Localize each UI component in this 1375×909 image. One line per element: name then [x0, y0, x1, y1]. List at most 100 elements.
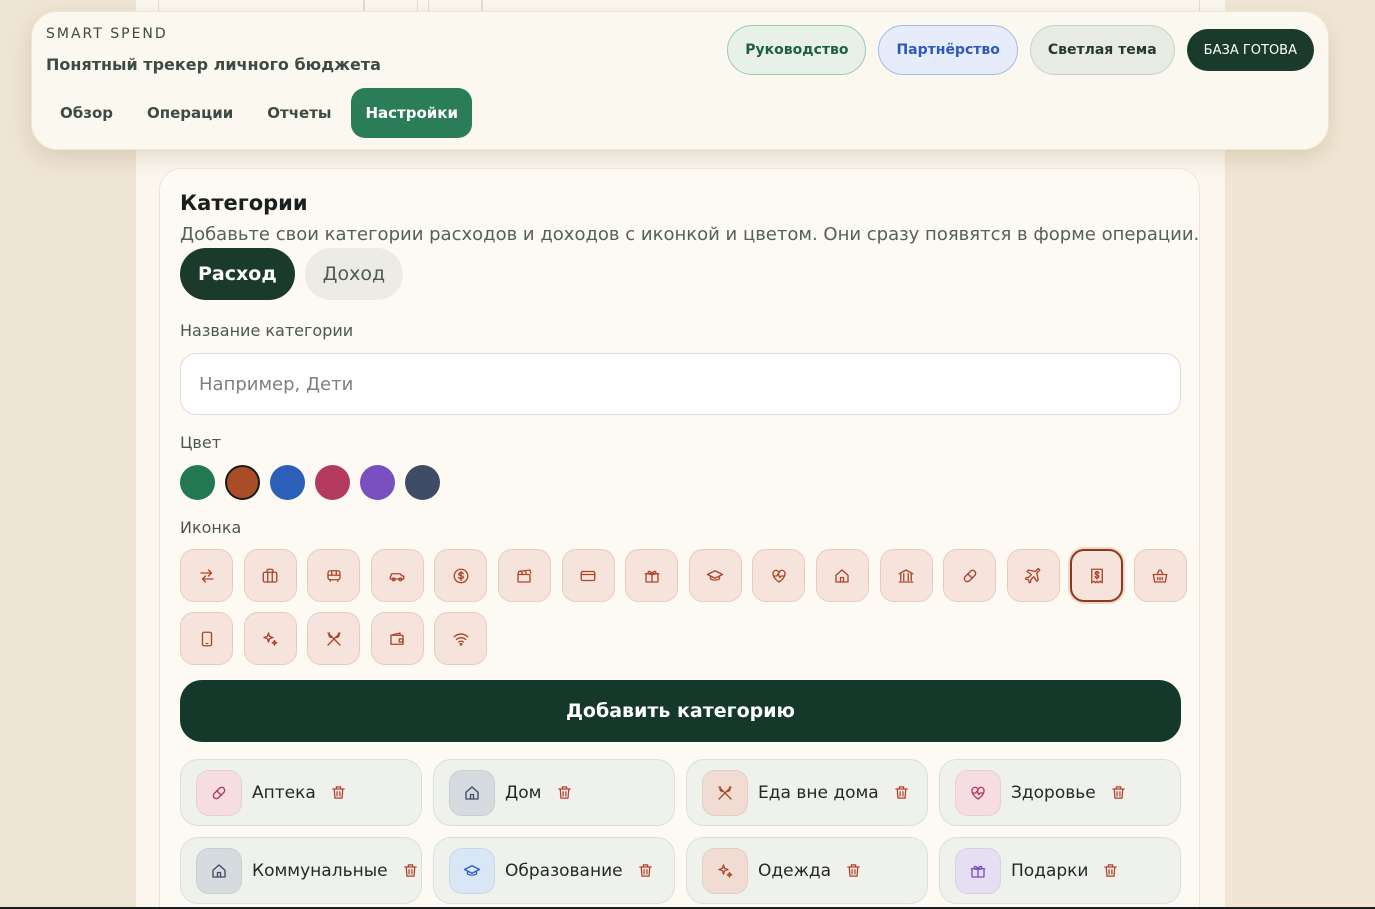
icon-option-utensils[interactable] [307, 612, 361, 665]
icon-option-home[interactable] [815, 549, 869, 602]
delete-category-button[interactable] [1102, 862, 1119, 879]
dollar-coin-icon [452, 567, 470, 585]
tab-reports[interactable]: Отчеты [253, 88, 345, 138]
transfer-icon [198, 567, 216, 585]
home-icon [196, 847, 242, 894]
icon-label: Иконка [180, 518, 242, 537]
delete-category-button[interactable] [556, 784, 573, 801]
clapperboard-icon [515, 567, 533, 585]
color-swatch[interactable] [315, 465, 350, 500]
delete-category-button[interactable] [402, 862, 419, 879]
trash-icon [1102, 862, 1119, 879]
color-swatch[interactable] [270, 465, 305, 500]
icon-option-wallet[interactable] [370, 612, 424, 665]
icon-option-credit-card[interactable] [561, 549, 615, 602]
category-name: Подарки [1011, 860, 1089, 881]
pill-icon [961, 567, 979, 585]
category-name: Еда вне дома [758, 782, 879, 803]
add-category-button[interactable]: Добавить категорию [180, 680, 1181, 742]
color-swatch[interactable] [180, 465, 215, 500]
tab-overview[interactable]: Обзор [46, 88, 127, 138]
trash-icon [330, 784, 347, 801]
icon-option-wifi[interactable] [434, 612, 488, 665]
delete-category-button[interactable] [845, 862, 862, 879]
icon-option-car[interactable] [370, 549, 424, 602]
bank-icon [897, 567, 915, 585]
category-item: Одежда [686, 837, 928, 904]
gift-icon [643, 567, 661, 585]
car-icon [388, 567, 406, 585]
home-icon [833, 567, 851, 585]
tab-settings[interactable]: Настройки [351, 88, 472, 138]
category-name: Дом [505, 782, 542, 803]
icon-option-briefcase[interactable] [243, 549, 297, 602]
category-name-input[interactable] [180, 353, 1181, 415]
color-label: Цвет [180, 433, 222, 452]
wifi-icon [452, 630, 470, 648]
main-nav: Обзор Операции Отчеты Настройки [46, 88, 472, 138]
category-name-label: Название категории [180, 321, 354, 340]
icon-option-heart-pulse[interactable] [752, 549, 806, 602]
plane-icon [1024, 567, 1042, 585]
trash-icon [402, 862, 419, 879]
category-name: Здоровье [1011, 782, 1096, 803]
icon-option-receipt[interactable] [1070, 549, 1124, 602]
receipt-icon [1088, 567, 1106, 585]
income-type-button[interactable]: Доход [304, 248, 404, 300]
header-actions: Руководство Партнёрство Светлая тема БАЗ… [727, 25, 1314, 75]
trash-icon [893, 784, 910, 801]
utensils-icon [325, 630, 343, 648]
heart-pulse-icon [955, 769, 1001, 816]
icon-option-basket[interactable] [1133, 549, 1187, 602]
delete-category-button[interactable] [330, 784, 347, 801]
tab-operations[interactable]: Операции [133, 88, 247, 138]
delete-category-button[interactable] [1110, 784, 1127, 801]
heart-pulse-icon [770, 567, 788, 585]
category-item: Подарки [939, 837, 1181, 904]
trash-icon [1110, 784, 1127, 801]
icon-option-bank[interactable] [879, 549, 933, 602]
icon-option-sparkles[interactable] [243, 612, 297, 665]
category-list: Аптека Дом Еда вне дома Здоровье Коммунальны… [180, 759, 1181, 904]
category-item: Здоровье [939, 759, 1181, 826]
icon-picker [180, 549, 1190, 665]
phone-icon [198, 630, 216, 648]
icon-option-plane[interactable] [1006, 549, 1060, 602]
trash-icon [556, 784, 573, 801]
section-description: Добавьте свои категории расходов и доход… [180, 224, 1200, 245]
guide-button[interactable]: Руководство [727, 25, 867, 75]
section-title: Категории [180, 191, 308, 215]
credit-card-icon [579, 567, 597, 585]
color-swatch[interactable] [405, 465, 440, 500]
partnership-button[interactable]: Партнёрство [878, 25, 1018, 75]
color-swatch[interactable] [225, 465, 260, 500]
icon-option-transfer[interactable] [180, 549, 233, 602]
category-item: Коммунальные [180, 837, 422, 904]
trash-icon [845, 862, 862, 879]
wallet-icon [388, 630, 406, 648]
category-item: Образование [433, 837, 675, 904]
utensils-icon [702, 769, 748, 816]
category-item: Аптека [180, 759, 422, 826]
expense-type-button[interactable]: Расход [180, 248, 295, 300]
icon-option-dollar-coin[interactable] [434, 549, 488, 602]
icon-option-clapperboard[interactable] [497, 549, 551, 602]
icon-option-bus[interactable] [307, 549, 361, 602]
categories-card: Категории Добавьте свои категории расход… [159, 168, 1200, 909]
delete-category-button[interactable] [893, 784, 910, 801]
theme-toggle-button[interactable]: Светлая тема [1029, 25, 1175, 75]
brand-name: SMART SPEND [46, 26, 168, 42]
graduation-cap-icon [706, 567, 724, 585]
category-name: Одежда [758, 860, 832, 881]
icon-option-phone[interactable] [180, 612, 233, 665]
gift-icon [955, 847, 1001, 894]
trash-icon [637, 862, 654, 879]
color-swatch[interactable] [360, 465, 395, 500]
icon-option-pill[interactable] [943, 549, 997, 602]
sparkles-icon [702, 847, 748, 894]
category-item: Еда вне дома [686, 759, 928, 826]
delete-category-button[interactable] [637, 862, 654, 879]
icon-option-gift[interactable] [625, 549, 679, 602]
icon-option-graduation-cap[interactable] [688, 549, 742, 602]
pill-icon [196, 769, 242, 816]
